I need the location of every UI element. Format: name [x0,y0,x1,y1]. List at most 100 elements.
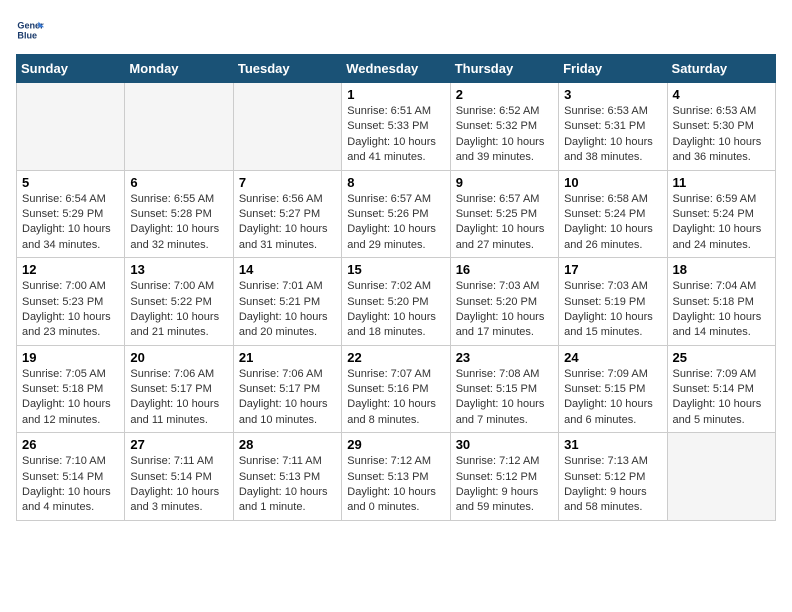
day-info: Sunrise: 7:11 AM Sunset: 5:13 PM Dayligh… [239,454,336,516]
calendar-cell: 18 Sunrise: 7:04 AM Sunset: 5:18 PM Dayli… [667,258,775,346]
calendar-cell: 30 Sunrise: 7:12 AM Sunset: 5:12 PM Dayli… [450,433,558,521]
day-number: 29 [347,437,444,452]
calendar-cell: 3Sunrise: 6:53 AM Sunset: 5:31 PM Daylig… [559,83,667,171]
calendar-week-row: 26 Sunrise: 7:10 AM Sunset: 5:14 PM Dayli… [17,433,776,521]
day-number: 30 [456,437,553,452]
day-info: Sunrise: 7:10 AM Sunset: 5:14 PM Dayligh… [22,454,119,516]
day-number: 25 [673,350,770,365]
day-number: 26 [22,437,119,452]
calendar-cell [17,83,125,171]
day-info: Sunrise: 7:12 AM Sunset: 5:12 PM Dayligh… [456,454,553,516]
calendar-week-row: 19 Sunrise: 7:05 AM Sunset: 5:18 PM Dayli… [17,345,776,433]
weekday-header: Sunday [17,55,125,83]
logo: General Blue [16,16,44,44]
day-number: 6 [130,175,227,190]
calendar-cell: 12 Sunrise: 7:00 AM Sunset: 5:23 PM Dayli… [17,258,125,346]
calendar-cell: 22Sunrise: 7:07 AM Sunset: 5:16 PM Dayli… [342,345,450,433]
day-info: Sunrise: 7:11 AM Sunset: 5:14 PM Dayligh… [130,454,227,516]
calendar-cell: 5 Sunrise: 6:54 AM Sunset: 5:29 PM Daylig… [17,170,125,258]
day-number: 21 [239,350,336,365]
day-number: 1 [347,87,444,102]
calendar-cell: 24 Sunrise: 7:09 AM Sunset: 5:15 PM Dayli… [559,345,667,433]
calendar-cell: 13 Sunrise: 7:00 AM Sunset: 5:22 PM Dayli… [125,258,233,346]
day-info: Sunrise: 6:53 AM Sunset: 5:31 PM Dayligh… [564,104,661,166]
day-number: 4 [673,87,770,102]
calendar-cell: 11 Sunrise: 6:59 AM Sunset: 5:24 PM Dayli… [667,170,775,258]
day-info: Sunrise: 7:03 AM Sunset: 5:19 PM Dayligh… [564,279,661,341]
weekday-header: Tuesday [233,55,341,83]
calendar-cell: 1 Sunrise: 6:51 AM Sunset: 5:33 PM Daylig… [342,83,450,171]
weekday-header: Friday [559,55,667,83]
day-number: 15 [347,262,444,277]
calendar-cell [233,83,341,171]
day-number: 16 [456,262,553,277]
day-number: 19 [22,350,119,365]
calendar-cell: 14Sunrise: 7:01 AM Sunset: 5:21 PM Dayli… [233,258,341,346]
day-info: Sunrise: 6:51 AM Sunset: 5:33 PM Dayligh… [347,104,444,166]
calendar-cell: 27 Sunrise: 7:11 AM Sunset: 5:14 PM Dayli… [125,433,233,521]
day-number: 31 [564,437,661,452]
day-info: Sunrise: 6:57 AM Sunset: 5:26 PM Dayligh… [347,192,444,254]
calendar-cell: 21 Sunrise: 7:06 AM Sunset: 5:17 PM Dayli… [233,345,341,433]
day-number: 11 [673,175,770,190]
day-info: Sunrise: 6:56 AM Sunset: 5:27 PM Dayligh… [239,192,336,254]
day-number: 10 [564,175,661,190]
page-header: General Blue [16,16,776,44]
day-number: 5 [22,175,119,190]
day-info: Sunrise: 6:55 AM Sunset: 5:28 PM Dayligh… [130,192,227,254]
calendar-cell: 9 Sunrise: 6:57 AM Sunset: 5:25 PM Daylig… [450,170,558,258]
day-number: 17 [564,262,661,277]
day-info: Sunrise: 7:00 AM Sunset: 5:23 PM Dayligh… [22,279,119,341]
day-info: Sunrise: 6:57 AM Sunset: 5:25 PM Dayligh… [456,192,553,254]
day-number: 9 [456,175,553,190]
day-number: 23 [456,350,553,365]
calendar-cell: 6 Sunrise: 6:55 AM Sunset: 5:28 PM Daylig… [125,170,233,258]
calendar-cell: 15Sunrise: 7:02 AM Sunset: 5:20 PM Dayli… [342,258,450,346]
calendar-cell: 19 Sunrise: 7:05 AM Sunset: 5:18 PM Dayli… [17,345,125,433]
day-info: Sunrise: 6:52 AM Sunset: 5:32 PM Dayligh… [456,104,553,166]
weekday-header-row: SundayMondayTuesdayWednesdayThursdayFrid… [17,55,776,83]
day-info: Sunrise: 7:09 AM Sunset: 5:14 PM Dayligh… [673,367,770,429]
calendar-cell: 23Sunrise: 7:08 AM Sunset: 5:15 PM Dayli… [450,345,558,433]
svg-text:Blue: Blue [17,30,37,40]
day-info: Sunrise: 7:12 AM Sunset: 5:13 PM Dayligh… [347,454,444,516]
day-info: Sunrise: 6:53 AM Sunset: 5:30 PM Dayligh… [673,104,770,166]
calendar-cell: 26 Sunrise: 7:10 AM Sunset: 5:14 PM Dayli… [17,433,125,521]
calendar-table: SundayMondayTuesdayWednesdayThursdayFrid… [16,54,776,521]
calendar-cell: 10 Sunrise: 6:58 AM Sunset: 5:24 PM Dayli… [559,170,667,258]
day-info: Sunrise: 7:09 AM Sunset: 5:15 PM Dayligh… [564,367,661,429]
day-info: Sunrise: 7:04 AM Sunset: 5:18 PM Dayligh… [673,279,770,341]
calendar-cell: 4 Sunrise: 6:53 AM Sunset: 5:30 PM Daylig… [667,83,775,171]
calendar-cell: 7 Sunrise: 6:56 AM Sunset: 5:27 PM Daylig… [233,170,341,258]
day-info: Sunrise: 7:00 AM Sunset: 5:22 PM Dayligh… [130,279,227,341]
calendar-week-row: 5 Sunrise: 6:54 AM Sunset: 5:29 PM Daylig… [17,170,776,258]
day-info: Sunrise: 7:07 AM Sunset: 5:16 PM Dayligh… [347,367,444,429]
day-info: Sunrise: 7:13 AM Sunset: 5:12 PM Dayligh… [564,454,661,516]
calendar-cell: 2 Sunrise: 6:52 AM Sunset: 5:32 PM Daylig… [450,83,558,171]
day-info: Sunrise: 6:59 AM Sunset: 5:24 PM Dayligh… [673,192,770,254]
day-number: 8 [347,175,444,190]
weekday-header: Thursday [450,55,558,83]
day-number: 27 [130,437,227,452]
calendar-cell: 16Sunrise: 7:03 AM Sunset: 5:20 PM Dayli… [450,258,558,346]
day-number: 12 [22,262,119,277]
day-number: 7 [239,175,336,190]
calendar-cell: 20Sunrise: 7:06 AM Sunset: 5:17 PM Dayli… [125,345,233,433]
day-number: 2 [456,87,553,102]
day-info: Sunrise: 6:54 AM Sunset: 5:29 PM Dayligh… [22,192,119,254]
calendar-week-row: 1 Sunrise: 6:51 AM Sunset: 5:33 PM Daylig… [17,83,776,171]
day-number: 13 [130,262,227,277]
calendar-cell: 25 Sunrise: 7:09 AM Sunset: 5:14 PM Dayli… [667,345,775,433]
calendar-cell: 31 Sunrise: 7:13 AM Sunset: 5:12 PM Dayli… [559,433,667,521]
day-number: 24 [564,350,661,365]
day-info: Sunrise: 7:06 AM Sunset: 5:17 PM Dayligh… [239,367,336,429]
day-number: 18 [673,262,770,277]
calendar-cell [125,83,233,171]
day-info: Sunrise: 7:05 AM Sunset: 5:18 PM Dayligh… [22,367,119,429]
weekday-header: Monday [125,55,233,83]
day-info: Sunrise: 7:06 AM Sunset: 5:17 PM Dayligh… [130,367,227,429]
calendar-cell: 29 Sunrise: 7:12 AM Sunset: 5:13 PM Dayli… [342,433,450,521]
day-info: Sunrise: 6:58 AM Sunset: 5:24 PM Dayligh… [564,192,661,254]
calendar-cell: 28Sunrise: 7:11 AM Sunset: 5:13 PM Dayli… [233,433,341,521]
calendar-cell [667,433,775,521]
